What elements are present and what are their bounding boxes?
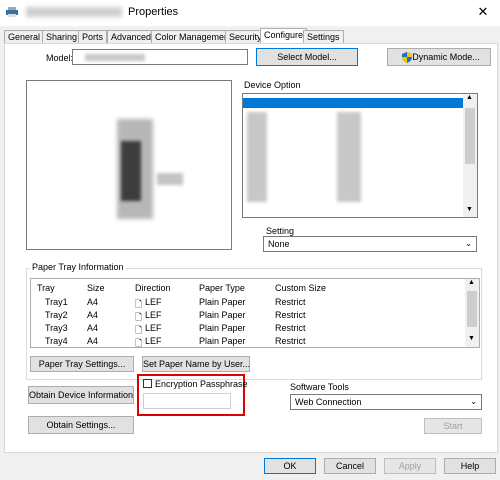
tray-direction: LEF	[145, 297, 162, 307]
device-option-list[interactable]: ▲ ▼	[242, 93, 478, 218]
set-paper-name-button[interactable]: Set Paper Name by User...	[142, 356, 250, 372]
setting-label: Setting	[266, 226, 295, 236]
tray-paper-type: Plain Paper	[199, 336, 246, 346]
model-label: Model:	[46, 53, 74, 63]
close-button[interactable]: ✕	[470, 2, 496, 22]
encryption-checkbox[interactable]	[143, 379, 152, 388]
tab-settings[interactable]: Settings	[303, 30, 344, 44]
tray-direction: LEF	[145, 310, 162, 320]
encryption-passphrase-input[interactable]	[143, 393, 231, 409]
printer-icon	[6, 7, 18, 17]
tab-advanced[interactable]: Advanced	[107, 30, 156, 44]
tray-custom-size: Restrict	[275, 310, 306, 320]
dynamic-mode-label: Dynamic Mode...	[412, 52, 480, 62]
tray-table-scrollbar[interactable]: ▲ ▼	[465, 279, 479, 347]
setting-value: None	[268, 239, 290, 249]
device-option-title: Device Option	[244, 80, 301, 90]
tray-size: A4	[87, 336, 99, 346]
tray-paper-type: Plain Paper	[199, 323, 246, 333]
software-tools-label: Software Tools	[290, 382, 349, 392]
tray-name: Tray3	[45, 323, 68, 333]
model-field	[72, 49, 248, 65]
printer-image-frame	[26, 80, 232, 250]
col-tray[interactable]: Tray	[37, 283, 55, 293]
select-model-button[interactable]: Select Model...	[256, 48, 358, 66]
ok-button[interactable]: OK	[264, 458, 316, 474]
tray-size: A4	[87, 297, 99, 307]
tray-name: Tray1	[45, 297, 68, 307]
title-bar: Properties ✕	[0, 0, 500, 26]
paper-tray-table[interactable]: Tray Size Direction Paper Type Custom Si…	[30, 278, 480, 348]
paper-icon: 🗋	[135, 338, 143, 348]
tab-strip: General Sharing Ports Advanced Color Man…	[0, 28, 500, 44]
setting-select[interactable]: None ⌄	[263, 236, 477, 252]
tray-size: A4	[87, 323, 99, 333]
tray-custom-size: Restrict	[275, 297, 306, 307]
help-button[interactable]: Help	[444, 458, 496, 474]
col-size[interactable]: Size	[87, 283, 105, 293]
scroll-up-icon[interactable]: ▲	[466, 94, 473, 101]
tray-name: Tray2	[45, 310, 68, 320]
dynamic-mode-button[interactable]: Dynamic Mode...	[387, 48, 491, 66]
software-tools-value: Web Connection	[295, 397, 362, 407]
col-direction[interactable]: Direction	[135, 283, 171, 293]
chevron-down-icon: ⌄	[465, 239, 472, 248]
scroll-down-icon[interactable]: ▼	[468, 335, 475, 342]
cancel-button[interactable]: Cancel	[324, 458, 376, 474]
printer-name-redacted	[26, 7, 122, 17]
scroll-up-icon[interactable]: ▲	[468, 279, 475, 286]
apply-button[interactable]: Apply	[384, 458, 436, 474]
device-option-scrollbar[interactable]: ▲ ▼	[463, 94, 477, 217]
tray-direction: LEF	[145, 323, 162, 333]
tray-direction: LEF	[145, 336, 162, 346]
encryption-label: Encryption Passphrase	[155, 379, 248, 389]
obtain-settings-button[interactable]: Obtain Settings...	[28, 416, 134, 434]
scroll-down-icon[interactable]: ▼	[466, 206, 473, 213]
tab-configure[interactable]: Configure	[260, 28, 308, 44]
paper-tray-title: Paper Tray Information	[30, 262, 126, 272]
tray-paper-type: Plain Paper	[199, 297, 246, 307]
obtain-device-info-button[interactable]: Obtain Device Information	[28, 386, 134, 404]
col-custom-size[interactable]: Custom Size	[275, 283, 326, 293]
tab-color-management[interactable]: Color Management	[151, 30, 236, 44]
start-button[interactable]: Start	[424, 418, 482, 434]
selected-option-row[interactable]	[243, 98, 463, 108]
tray-paper-type: Plain Paper	[199, 310, 246, 320]
tab-general[interactable]: General	[4, 30, 45, 44]
paper-tray-settings-button[interactable]: Paper Tray Settings...	[30, 356, 134, 372]
tray-custom-size: Restrict	[275, 336, 306, 346]
software-tools-select[interactable]: Web Connection ⌄	[290, 394, 482, 410]
tray-name: Tray4	[45, 336, 68, 346]
tray-custom-size: Restrict	[275, 323, 306, 333]
tab-ports[interactable]: Ports	[78, 30, 108, 44]
tray-size: A4	[87, 310, 99, 320]
tab-sharing[interactable]: Sharing	[42, 30, 82, 44]
window-title: Properties	[128, 6, 179, 18]
shield-icon	[402, 52, 412, 63]
col-paper-type[interactable]: Paper Type	[199, 283, 245, 293]
chevron-down-icon: ⌄	[470, 397, 477, 406]
